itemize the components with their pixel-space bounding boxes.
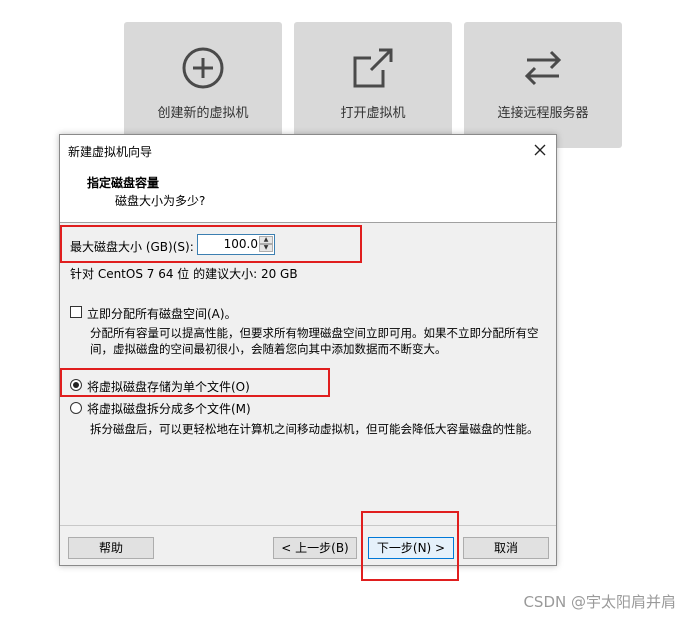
highlight-box-next [361,511,459,581]
tile-label: 创建新的虚拟机 [157,106,249,121]
tile-open-vm[interactable]: 打开虚拟机 [294,22,452,148]
recommended-size-text: 针对 CentOS 7 64 位 的建议大小: 20 GB [70,267,298,281]
tile-label: 连接远程服务器 [497,106,589,121]
tile-create-vm[interactable]: 创建新的虚拟机 [124,22,282,148]
tile-label: 打开虚拟机 [340,106,406,121]
plus-circle-icon [182,47,224,89]
allocate-checkbox[interactable] [70,306,82,318]
help-button[interactable]: 帮助 [68,537,154,559]
dialog-titlebar: 新建虚拟机向导 [60,135,556,165]
cancel-button[interactable]: 取消 [463,537,549,559]
back-button[interactable]: < 上一步(B) [273,537,357,559]
highlight-box-single-file [60,368,330,397]
tile-connect-remote[interactable]: 连接远程服务器 [464,22,622,148]
close-icon[interactable] [530,140,550,160]
external-link-icon [353,48,393,88]
watermark: CSDN @宇太阳肩并肩 [523,593,676,611]
split-description: 拆分磁盘后，可以更轻松地在计算机之间移动虚拟机，但可能会降低大容量磁盘的性能。 [90,422,539,436]
dialog-title: 新建虚拟机向导 [68,145,153,159]
dialog-header: 指定磁盘容量 磁盘大小为多少? [60,165,556,223]
new-vm-wizard-dialog: 新建虚拟机向导 指定磁盘容量 磁盘大小为多少? 最大磁盘大小 (GB)(S): … [59,134,557,566]
header-subtitle: 磁盘大小为多少? [115,194,206,208]
header-title: 指定磁盘容量 [87,176,160,190]
allocate-label[interactable]: 立即分配所有磁盘空间(A)。 [87,305,237,322]
highlight-box-size [60,225,362,263]
swap-arrows-icon [524,50,562,86]
footer-divider [60,525,556,526]
split-files-radio[interactable] [70,402,82,414]
allocate-description: 分配所有容量可以提高性能，但要求所有物理磁盘空间立即可用。如果不立即分配所有空间… [90,326,539,356]
split-files-label[interactable]: 将虚拟磁盘拆分成多个文件(M) [87,400,251,417]
